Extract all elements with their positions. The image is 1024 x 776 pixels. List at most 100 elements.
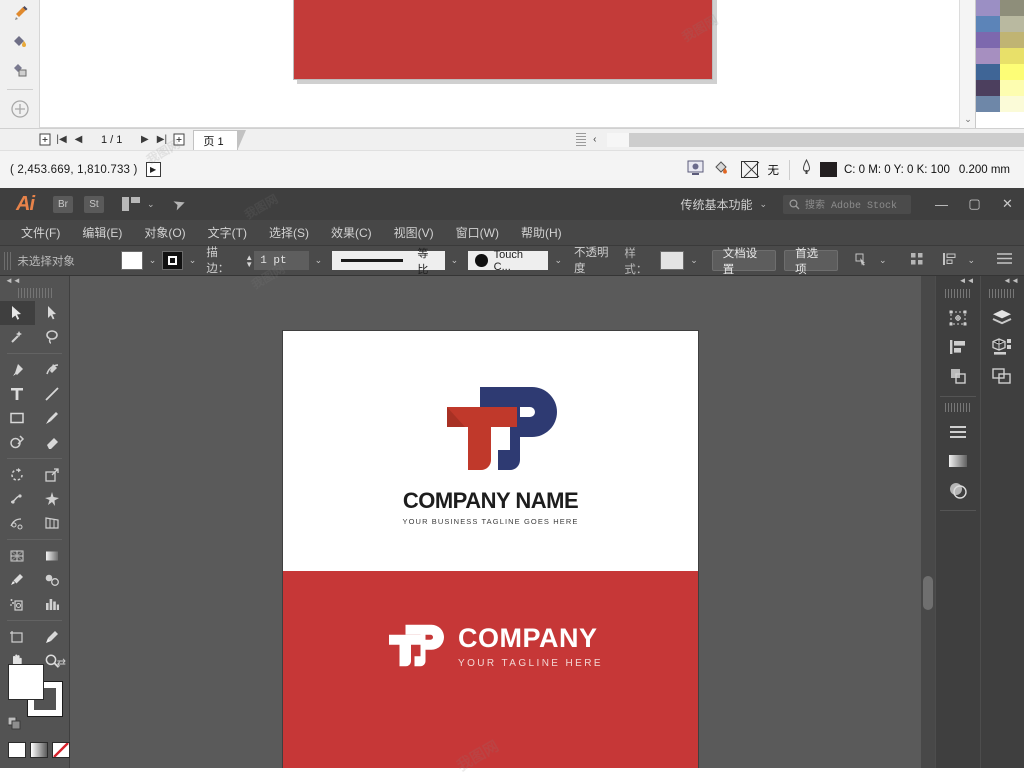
- fill-color-icon[interactable]: [713, 159, 732, 181]
- tools-collapse-icon[interactable]: ◄◄: [0, 276, 69, 288]
- swap-fill-stroke-icon[interactable]: ⇄: [57, 656, 66, 669]
- palette-swatch[interactable]: [1000, 48, 1024, 64]
- workspace-switcher[interactable]: 传统基本功能: [680, 196, 752, 213]
- scale-tool[interactable]: [35, 463, 70, 487]
- brush-definition[interactable]: Touch C...: [468, 251, 548, 270]
- palette-swatch[interactable]: [976, 32, 1000, 48]
- more-options-icon[interactable]: [993, 253, 1016, 268]
- fill-swatch[interactable]: [8, 664, 44, 700]
- stroke-weight-stepper[interactable]: ▲▼: [244, 252, 254, 270]
- panel-grip[interactable]: [945, 289, 971, 298]
- hscroll-left-icon[interactable]: ‹: [586, 131, 603, 149]
- lasso-tool[interactable]: [35, 325, 70, 349]
- scrollbar-grip[interactable]: [576, 133, 586, 147]
- width-tool[interactable]: [0, 487, 35, 511]
- stroke-profile-preview[interactable]: [332, 251, 411, 270]
- rectangle-tool[interactable]: [0, 406, 35, 430]
- last-page-button[interactable]: ▶|: [153, 131, 170, 149]
- free-transform-tool[interactable]: [35, 487, 70, 511]
- control-bar-grip[interactable]: [4, 252, 11, 270]
- first-page-button[interactable]: |◀: [53, 131, 70, 149]
- select-similar-icon[interactable]: [850, 252, 873, 269]
- status-expand-icon[interactable]: ▶: [146, 162, 161, 177]
- selection-tool[interactable]: [0, 301, 35, 325]
- panel-collapse-icon-2[interactable]: ◄◄: [981, 276, 1024, 288]
- ai-canvas[interactable]: COMPANY NAME YOUR BUSINESS TAGLINE GOES …: [70, 276, 935, 768]
- transparency-panel-icon[interactable]: [936, 475, 980, 504]
- bg-canvas[interactable]: 我图网: [40, 0, 984, 128]
- fill-color-swatch[interactable]: [121, 251, 143, 270]
- opacity-label[interactable]: 不透明度: [574, 244, 616, 277]
- stock-search-input[interactable]: 搜索 Adobe Stock: [783, 195, 911, 214]
- palette-swatch[interactable]: [976, 80, 1000, 96]
- menu-help[interactable]: 帮助(H): [510, 224, 573, 241]
- stroke-weight-chevron-down-icon[interactable]: ⌄: [309, 255, 329, 266]
- appearance-panel-icon[interactable]: [936, 446, 980, 475]
- column-graph-tool[interactable]: [35, 592, 70, 616]
- shape-builder-tool[interactable]: [0, 511, 35, 535]
- slice-tool[interactable]: [35, 625, 70, 649]
- stroke-weight-value[interactable]: 1 pt: [254, 251, 308, 270]
- shaper-tool[interactable]: [0, 430, 35, 454]
- canvas-vertical-scrollbar[interactable]: [921, 276, 935, 768]
- bg-copy-properties-tool[interactable]: [0, 56, 40, 84]
- palette-swatch[interactable]: [1000, 64, 1024, 80]
- properties-panel-icon[interactable]: [936, 417, 980, 446]
- paintbrush-tool[interactable]: [35, 406, 70, 430]
- align-panel-icon[interactable]: [938, 252, 961, 269]
- stroke-color-swatch[interactable]: [162, 251, 182, 270]
- palette-swatch[interactable]: [1000, 32, 1024, 48]
- layers-panel-icon[interactable]: [981, 303, 1024, 332]
- align-panel-icon[interactable]: [936, 332, 980, 361]
- select-similar-chevron-down-icon[interactable]: ⌄: [873, 255, 893, 266]
- line-segment-tool[interactable]: [35, 382, 70, 406]
- color-mode-button[interactable]: [8, 742, 26, 758]
- blend-tool[interactable]: [35, 568, 70, 592]
- bg-color-palette[interactable]: [975, 0, 1024, 128]
- direct-selection-tool[interactable]: [35, 301, 70, 325]
- brush-chevron-down-icon[interactable]: ⌄: [548, 255, 568, 266]
- type-tool[interactable]: [0, 382, 35, 406]
- fill-chevron-down-icon[interactable]: ⌄: [143, 255, 163, 266]
- menu-edit[interactable]: 编辑(E): [71, 224, 133, 241]
- hscroll-thumb[interactable]: [629, 133, 1024, 147]
- menu-window[interactable]: 窗口(W): [445, 224, 510, 241]
- close-button[interactable]: ✕: [991, 188, 1024, 220]
- panel-grip[interactable]: [945, 403, 971, 412]
- gradient-tool[interactable]: [35, 544, 70, 568]
- minimize-button[interactable]: —: [925, 188, 958, 220]
- maximize-button[interactable]: ▢: [958, 188, 991, 220]
- bg-horizontal-scrollbar[interactable]: [607, 133, 946, 147]
- tools-drag-grip[interactable]: [18, 288, 52, 298]
- stock-button[interactable]: St: [84, 196, 104, 213]
- prev-page-button[interactable]: ◀: [70, 131, 87, 149]
- stroke-profile-chevron-down-icon[interactable]: ⌄: [445, 255, 465, 266]
- palette-swatch[interactable]: [1000, 80, 1024, 96]
- stroke-profile-label[interactable]: 等比: [410, 251, 444, 270]
- pathfinder-panel-icon[interactable]: [936, 361, 980, 390]
- panel-grip[interactable]: [989, 289, 1015, 298]
- artboard[interactable]: COMPANY NAME YOUR BUSINESS TAGLINE GOES …: [283, 331, 698, 768]
- menu-effect[interactable]: 效果(C): [320, 224, 383, 241]
- symbol-sprayer-tool[interactable]: [0, 592, 35, 616]
- scroll-down-icon[interactable]: ⌄: [960, 112, 976, 127]
- arrange-chevron-down-icon[interactable]: ⌄: [147, 199, 155, 210]
- palette-swatch[interactable]: [976, 64, 1000, 80]
- menu-view[interactable]: 视图(V): [383, 224, 445, 241]
- screen-preview-icon[interactable]: [687, 159, 704, 181]
- none-mode-button[interactable]: [52, 742, 70, 758]
- menu-type[interactable]: 文字(T): [197, 224, 258, 241]
- menu-file[interactable]: 文件(F): [10, 224, 71, 241]
- arrange-documents-icon[interactable]: [122, 197, 140, 211]
- palette-swatch[interactable]: [976, 96, 1000, 112]
- canvas-scroll-thumb[interactable]: [923, 576, 933, 610]
- pen-tool[interactable]: [0, 358, 35, 382]
- mesh-tool[interactable]: [0, 544, 35, 568]
- transform-panel-icon[interactable]: [936, 303, 980, 332]
- align-chevron-down-icon[interactable]: ⌄: [961, 255, 981, 266]
- eraser-tool[interactable]: [35, 430, 70, 454]
- palette-swatch[interactable]: [976, 0, 1000, 16]
- perspective-grid-tool[interactable]: [35, 511, 70, 535]
- bridge-button[interactable]: Br: [53, 196, 73, 213]
- outline-pen-icon[interactable]: [800, 159, 813, 181]
